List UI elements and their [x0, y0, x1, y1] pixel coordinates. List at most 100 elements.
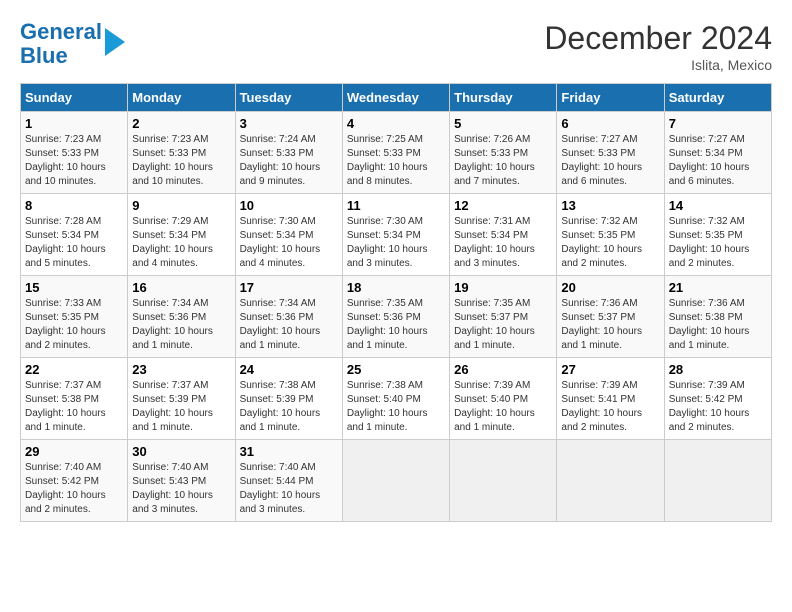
day-info: Sunrise: 7:23 AMSunset: 5:33 PMDaylight:…	[25, 133, 123, 189]
calendar-cell: 3 Sunrise: 7:24 AMSunset: 5:33 PMDaylight…	[235, 112, 342, 194]
calendar-cell: 14Sunrise: 7:32 AMSunset: 5:35 PMDayligh…	[664, 194, 771, 276]
calendar-cell: 12Sunrise: 7:31 AMSunset: 5:34 PMDayligh…	[450, 194, 557, 276]
day-number: 30	[132, 444, 230, 459]
day-number: 27	[561, 362, 659, 377]
day-info: Sunrise: 7:35 AMSunset: 5:37 PMDaylight:…	[454, 297, 552, 353]
day-info: Sunrise: 7:25 AMSunset: 5:33 PMDaylight:…	[347, 133, 445, 189]
logo-line2: Blue	[20, 43, 68, 68]
day-number: 20	[561, 280, 659, 295]
calendar-cell: 13 Sunrise: 7:32 AMSunset: 5:35 PMDayligh…	[557, 194, 664, 276]
weekday-header-friday: Friday	[557, 84, 664, 112]
calendar-cell: 15Sunrise: 7:33 AMSunset: 5:35 PMDayligh…	[21, 276, 128, 358]
day-number: 10	[240, 198, 338, 213]
day-info: Sunrise: 7:36 AMSunset: 5:38 PMDaylight:…	[669, 297, 767, 353]
day-info: Sunrise: 7:37 AMSunset: 5:38 PMDaylight:…	[25, 379, 123, 435]
day-info: Sunrise: 7:30 AMSunset: 5:34 PMDaylight:…	[347, 215, 445, 271]
calendar-cell: 20 Sunrise: 7:36 AMSunset: 5:37 PMDayligh…	[557, 276, 664, 358]
calendar-body: 1 Sunrise: 7:23 AMSunset: 5:33 PMDaylight…	[21, 112, 772, 522]
day-info: Sunrise: 7:24 AMSunset: 5:33 PMDaylight:…	[240, 133, 338, 189]
day-info: Sunrise: 7:37 AMSunset: 5:39 PMDaylight:…	[132, 379, 230, 435]
calendar-week-2: 8Sunrise: 7:28 AMSunset: 5:34 PMDaylight…	[21, 194, 772, 276]
calendar-cell: 25Sunrise: 7:38 AMSunset: 5:40 PMDayligh…	[342, 358, 449, 440]
calendar-cell	[557, 440, 664, 522]
calendar-week-1: 1 Sunrise: 7:23 AMSunset: 5:33 PMDaylight…	[21, 112, 772, 194]
day-number: 13	[561, 198, 659, 213]
day-number: 9	[132, 198, 230, 213]
day-number: 17	[240, 280, 338, 295]
calendar-cell: 1 Sunrise: 7:23 AMSunset: 5:33 PMDaylight…	[21, 112, 128, 194]
weekday-header-monday: Monday	[128, 84, 235, 112]
weekday-header-wednesday: Wednesday	[342, 84, 449, 112]
logo: General Blue	[20, 20, 125, 68]
day-info: Sunrise: 7:39 AMSunset: 5:42 PMDaylight:…	[669, 379, 767, 435]
title-section: December 2024 Islita, Mexico	[544, 20, 772, 73]
logo-line1: General	[20, 19, 102, 44]
calendar-cell: 11 Sunrise: 7:30 AMSunset: 5:34 PMDayligh…	[342, 194, 449, 276]
day-number: 14	[669, 198, 767, 213]
day-number: 15	[25, 280, 123, 295]
day-number: 16	[132, 280, 230, 295]
day-info: Sunrise: 7:40 AMSunset: 5:42 PMDaylight:…	[25, 461, 123, 517]
day-info: Sunrise: 7:23 AMSunset: 5:33 PMDaylight:…	[132, 133, 230, 189]
day-number: 19	[454, 280, 552, 295]
day-number: 1	[25, 116, 123, 131]
day-number: 8	[25, 198, 123, 213]
day-number: 21	[669, 280, 767, 295]
logo-arrow-icon	[105, 28, 125, 56]
day-number: 3	[240, 116, 338, 131]
calendar-title: December 2024	[544, 20, 772, 57]
day-info: Sunrise: 7:30 AMSunset: 5:34 PMDaylight:…	[240, 215, 338, 271]
day-number: 29	[25, 444, 123, 459]
calendar-cell: 24 Sunrise: 7:38 AMSunset: 5:39 PMDayligh…	[235, 358, 342, 440]
day-info: Sunrise: 7:31 AMSunset: 5:34 PMDaylight:…	[454, 215, 552, 271]
day-info: Sunrise: 7:26 AMSunset: 5:33 PMDaylight:…	[454, 133, 552, 189]
day-info: Sunrise: 7:38 AMSunset: 5:39 PMDaylight:…	[240, 379, 338, 435]
day-info: Sunrise: 7:29 AMSunset: 5:34 PMDaylight:…	[132, 215, 230, 271]
calendar-cell: 2 Sunrise: 7:23 AMSunset: 5:33 PMDaylight…	[128, 112, 235, 194]
day-info: Sunrise: 7:27 AMSunset: 5:33 PMDaylight:…	[561, 133, 659, 189]
calendar-cell: 26 Sunrise: 7:39 AMSunset: 5:40 PMDayligh…	[450, 358, 557, 440]
day-info: Sunrise: 7:40 AMSunset: 5:44 PMDaylight:…	[240, 461, 338, 517]
day-info: Sunrise: 7:35 AMSunset: 5:36 PMDaylight:…	[347, 297, 445, 353]
day-number: 7	[669, 116, 767, 131]
calendar-cell: 31 Sunrise: 7:40 AMSunset: 5:44 PMDayligh…	[235, 440, 342, 522]
calendar-cell: 10 Sunrise: 7:30 AMSunset: 5:34 PMDayligh…	[235, 194, 342, 276]
day-number: 5	[454, 116, 552, 131]
day-info: Sunrise: 7:40 AMSunset: 5:43 PMDaylight:…	[132, 461, 230, 517]
day-number: 26	[454, 362, 552, 377]
day-number: 18	[347, 280, 445, 295]
calendar-cell: 8Sunrise: 7:28 AMSunset: 5:34 PMDaylight…	[21, 194, 128, 276]
calendar-week-4: 22 Sunrise: 7:37 AMSunset: 5:38 PMDayligh…	[21, 358, 772, 440]
day-info: Sunrise: 7:39 AMSunset: 5:40 PMDaylight:…	[454, 379, 552, 435]
calendar-cell: 4 Sunrise: 7:25 AMSunset: 5:33 PMDaylight…	[342, 112, 449, 194]
calendar-cell: 6 Sunrise: 7:27 AMSunset: 5:33 PMDaylight…	[557, 112, 664, 194]
calendar-cell: 5 Sunrise: 7:26 AMSunset: 5:33 PMDaylight…	[450, 112, 557, 194]
calendar-cell: 18 Sunrise: 7:35 AMSunset: 5:36 PMDayligh…	[342, 276, 449, 358]
weekday-header-saturday: Saturday	[664, 84, 771, 112]
day-info: Sunrise: 7:39 AMSunset: 5:41 PMDaylight:…	[561, 379, 659, 435]
day-info: Sunrise: 7:27 AMSunset: 5:34 PMDaylight:…	[669, 133, 767, 189]
calendar-cell: 9 Sunrise: 7:29 AMSunset: 5:34 PMDaylight…	[128, 194, 235, 276]
day-number: 2	[132, 116, 230, 131]
day-info: Sunrise: 7:36 AMSunset: 5:37 PMDaylight:…	[561, 297, 659, 353]
day-info: Sunrise: 7:38 AMSunset: 5:40 PMDaylight:…	[347, 379, 445, 435]
calendar-header-row: SundayMondayTuesdayWednesdayThursdayFrid…	[21, 84, 772, 112]
calendar-cell: 27 Sunrise: 7:39 AMSunset: 5:41 PMDayligh…	[557, 358, 664, 440]
day-info: Sunrise: 7:34 AMSunset: 5:36 PMDaylight:…	[132, 297, 230, 353]
day-number: 4	[347, 116, 445, 131]
day-number: 31	[240, 444, 338, 459]
calendar-cell: 21 Sunrise: 7:36 AMSunset: 5:38 PMDayligh…	[664, 276, 771, 358]
calendar-week-3: 15Sunrise: 7:33 AMSunset: 5:35 PMDayligh…	[21, 276, 772, 358]
day-number: 24	[240, 362, 338, 377]
weekday-header-tuesday: Tuesday	[235, 84, 342, 112]
day-number: 22	[25, 362, 123, 377]
day-number: 6	[561, 116, 659, 131]
page-header: General Blue December 2024 Islita, Mexic…	[20, 20, 772, 73]
day-number: 11	[347, 198, 445, 213]
calendar-cell: 16 Sunrise: 7:34 AMSunset: 5:36 PMDayligh…	[128, 276, 235, 358]
calendar-cell: 28 Sunrise: 7:39 AMSunset: 5:42 PMDayligh…	[664, 358, 771, 440]
calendar-week-5: 29 Sunrise: 7:40 AMSunset: 5:42 PMDayligh…	[21, 440, 772, 522]
calendar-cell: 7 Sunrise: 7:27 AMSunset: 5:34 PMDaylight…	[664, 112, 771, 194]
day-number: 28	[669, 362, 767, 377]
day-info: Sunrise: 7:32 AMSunset: 5:35 PMDaylight:…	[561, 215, 659, 271]
